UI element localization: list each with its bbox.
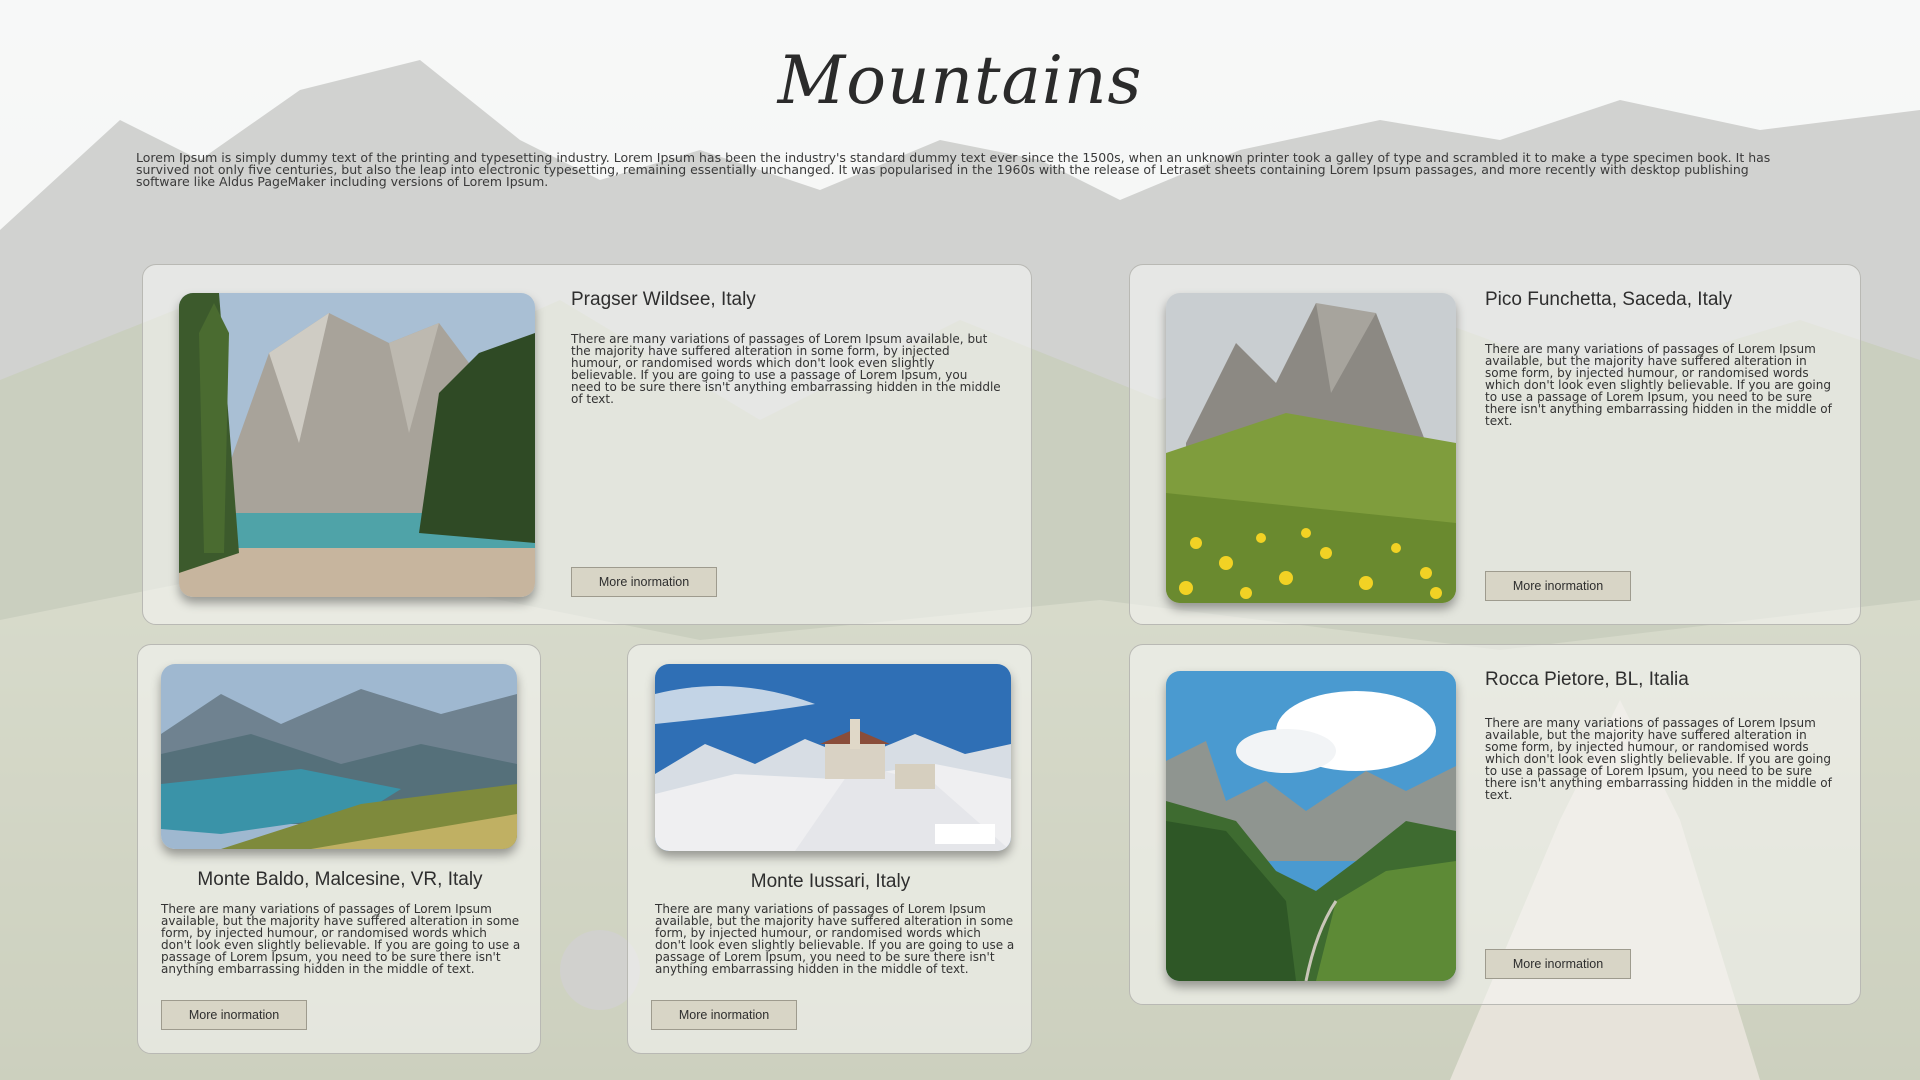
card-title: Pico Funchetta, Saceda, Italy: [1485, 289, 1733, 310]
more-information-button[interactable]: More inormation: [1485, 571, 1631, 601]
card-monte-baldo: Monte Baldo, Malcesine, VR, Italy There …: [137, 644, 541, 1054]
card-monte-iussari: Monte Iussari, Italy There are many vari…: [627, 644, 1032, 1054]
card-description: There are many variations of passages of…: [1485, 716, 1832, 802]
more-information-button[interactable]: More inormation: [1485, 949, 1631, 979]
card-rocca-pietore: Rocca Pietore, BL, Italia There are many…: [1129, 644, 1861, 1005]
snowy-village-photo: [655, 664, 1011, 851]
card-pragser-wildsee: Pragser Wildsee, Italy There are many va…: [142, 264, 1032, 625]
card-title: Rocca Pietore, BL, Italia: [1485, 669, 1689, 690]
more-information-button[interactable]: More inormation: [651, 1000, 797, 1030]
card-description: There are many variations of passages of…: [1485, 342, 1832, 428]
lake-with-mountain-photo: [179, 293, 535, 597]
more-information-button[interactable]: More inormation: [161, 1000, 307, 1030]
peaks-with-flowers-photo: [1166, 293, 1456, 603]
page-title: Mountains: [777, 42, 1143, 119]
green-valley-photo: [1166, 671, 1456, 981]
card-title: Monte Iussari, Italy: [750, 871, 911, 892]
lake-valley-photo: [161, 664, 517, 849]
card-description: There are many variations of passages of…: [571, 332, 1001, 406]
more-information-button[interactable]: More inormation: [571, 567, 717, 597]
card-title: Monte Baldo, Malcesine, VR, Italy: [197, 869, 483, 890]
card-title: Pragser Wildsee, Italy: [571, 289, 756, 310]
intro-paragraph: Lorem Ipsum is simply dummy text of the …: [136, 150, 1771, 189]
card-description: There are many variations of passages of…: [161, 902, 521, 976]
card-pico-funchetta: Pico Funchetta, Saceda, Italy There are …: [1129, 264, 1861, 625]
card-description: There are many variations of passages of…: [655, 902, 1015, 976]
